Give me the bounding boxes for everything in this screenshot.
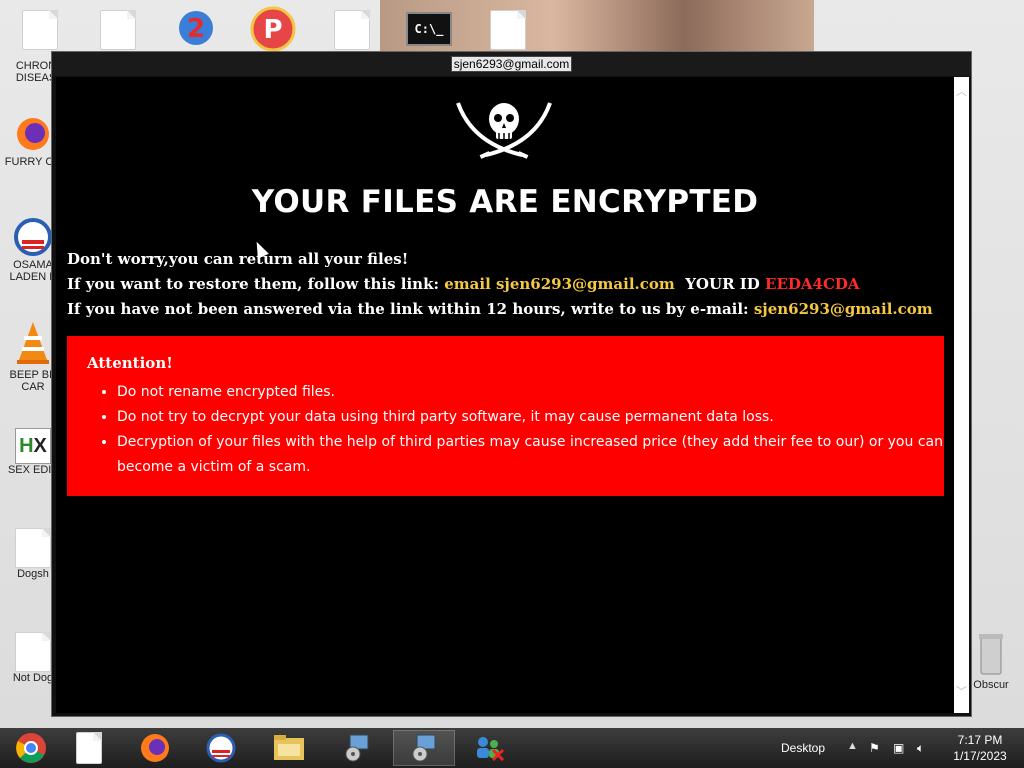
hex-editor-icon: HX bbox=[15, 428, 51, 464]
chrome-icon bbox=[16, 733, 46, 763]
document-icon bbox=[15, 632, 51, 672]
installer-icon bbox=[345, 734, 369, 762]
ransom-note-window[interactable]: sjen6293@gmail.com YOUR FILES ARE ENCRYP… bbox=[51, 51, 972, 717]
obama-logo-icon bbox=[206, 733, 236, 763]
taskbar: Desktop ▲ ⚑ ▣ 🔈︎ 7:17 PM 1/17/2023 bbox=[0, 728, 1024, 768]
document-icon bbox=[76, 732, 102, 764]
taskbar-network[interactable] bbox=[458, 730, 520, 766]
attention-item: Do not rename encrypted files. bbox=[117, 380, 973, 405]
number-two-icon: 2 bbox=[179, 11, 213, 45]
victim-id: EEDA4CDA bbox=[765, 275, 860, 293]
note-line-2: If you want to restore them, follow this… bbox=[67, 275, 860, 293]
restore-instruction: If you want to restore them, follow this… bbox=[67, 275, 439, 293]
network-icon[interactable]: ▣ bbox=[893, 741, 904, 755]
window-titlebar[interactable]: sjen6293@gmail.com bbox=[52, 52, 971, 76]
desktop-icon-app[interactable]: 2 bbox=[176, 8, 216, 51]
taskbar-installer-active[interactable] bbox=[393, 730, 455, 766]
taskbar-installer[interactable] bbox=[326, 730, 388, 766]
scroll-up-arrow-icon[interactable]: ︿ bbox=[956, 83, 967, 99]
note-line-3: If you have not been answered via the li… bbox=[67, 300, 933, 318]
desktop-icon-cmd[interactable]: C:\_ bbox=[406, 12, 452, 46]
desktop-icon-document[interactable] bbox=[490, 10, 526, 50]
fallback-email[interactable]: sjen6293@gmail.com bbox=[754, 300, 933, 318]
document-icon bbox=[334, 10, 370, 50]
attention-item: Do not try to decrypt your data using th… bbox=[117, 405, 973, 430]
note-content: YOUR FILES ARE ENCRYPTED Don't worry,you… bbox=[56, 77, 954, 713]
taskbar-obama[interactable] bbox=[190, 730, 252, 766]
document-icon bbox=[490, 10, 526, 50]
attention-item: Decryption of your files with the help o… bbox=[117, 430, 973, 480]
desktop-icon-document[interactable] bbox=[100, 10, 136, 50]
jolly-roger-icon bbox=[456, 102, 552, 159]
taskbar-clock[interactable]: 7:17 PM 1/17/2023 bbox=[940, 732, 1020, 764]
fallback-instruction: If you have not been answered via the li… bbox=[67, 300, 749, 318]
svg-text:P: P bbox=[263, 15, 282, 45]
show-hidden-icons-icon[interactable]: ▲ bbox=[847, 740, 858, 752]
installer-icon bbox=[412, 734, 436, 762]
window-title: sjen6293@gmail.com bbox=[450, 56, 573, 72]
tray-desktop-toolbar[interactable]: Desktop bbox=[781, 741, 825, 755]
taskbar-explorer[interactable] bbox=[258, 730, 320, 766]
folder-icon bbox=[274, 735, 304, 760]
action-center-flag-icon[interactable]: ⚑ bbox=[869, 741, 880, 755]
note-heading: YOUR FILES ARE ENCRYPTED bbox=[251, 184, 759, 220]
note-line-1: Don't worry,you can return all your file… bbox=[67, 250, 409, 268]
p-logo-icon: P bbox=[250, 6, 296, 52]
restore-email-link[interactable]: email sjen6293@gmail.com bbox=[444, 275, 675, 293]
volume-icon[interactable]: 🔈︎ bbox=[917, 741, 924, 756]
desktop-icon-document[interactable] bbox=[22, 10, 58, 50]
attention-title: Attention! bbox=[87, 354, 173, 372]
document-icon bbox=[15, 528, 51, 568]
command-prompt-icon: C:\_ bbox=[406, 12, 452, 46]
svg-text:2: 2 bbox=[187, 14, 205, 44]
clock-time: 7:17 PM bbox=[957, 733, 1003, 747]
clock-date: 1/17/2023 bbox=[953, 749, 1007, 763]
network-users-icon bbox=[477, 737, 505, 762]
attention-list: Do not rename encrypted files. Do not tr… bbox=[87, 380, 973, 480]
taskbar-chrome[interactable] bbox=[0, 730, 62, 766]
firefox-icon bbox=[17, 118, 49, 150]
taskbar-firefox[interactable] bbox=[124, 730, 186, 766]
firefox-icon bbox=[141, 734, 169, 762]
vertical-scrollbar[interactable]: ︿ ﹀ bbox=[954, 77, 969, 713]
obama-logo-icon bbox=[14, 218, 52, 256]
document-icon bbox=[100, 10, 136, 50]
recycle-bin-icon bbox=[979, 634, 1003, 675]
attention-box: Attention! Do not rename encrypted files… bbox=[67, 336, 944, 496]
vlc-cone-icon bbox=[17, 322, 49, 364]
id-label: YOUR ID bbox=[685, 275, 760, 293]
taskbar-document[interactable] bbox=[58, 730, 120, 766]
scroll-down-arrow-icon[interactable]: ﹀ bbox=[956, 683, 967, 699]
document-icon bbox=[22, 10, 58, 50]
desktop-icon-document[interactable] bbox=[334, 10, 370, 50]
desktop-icon-app[interactable]: P bbox=[250, 6, 296, 55]
